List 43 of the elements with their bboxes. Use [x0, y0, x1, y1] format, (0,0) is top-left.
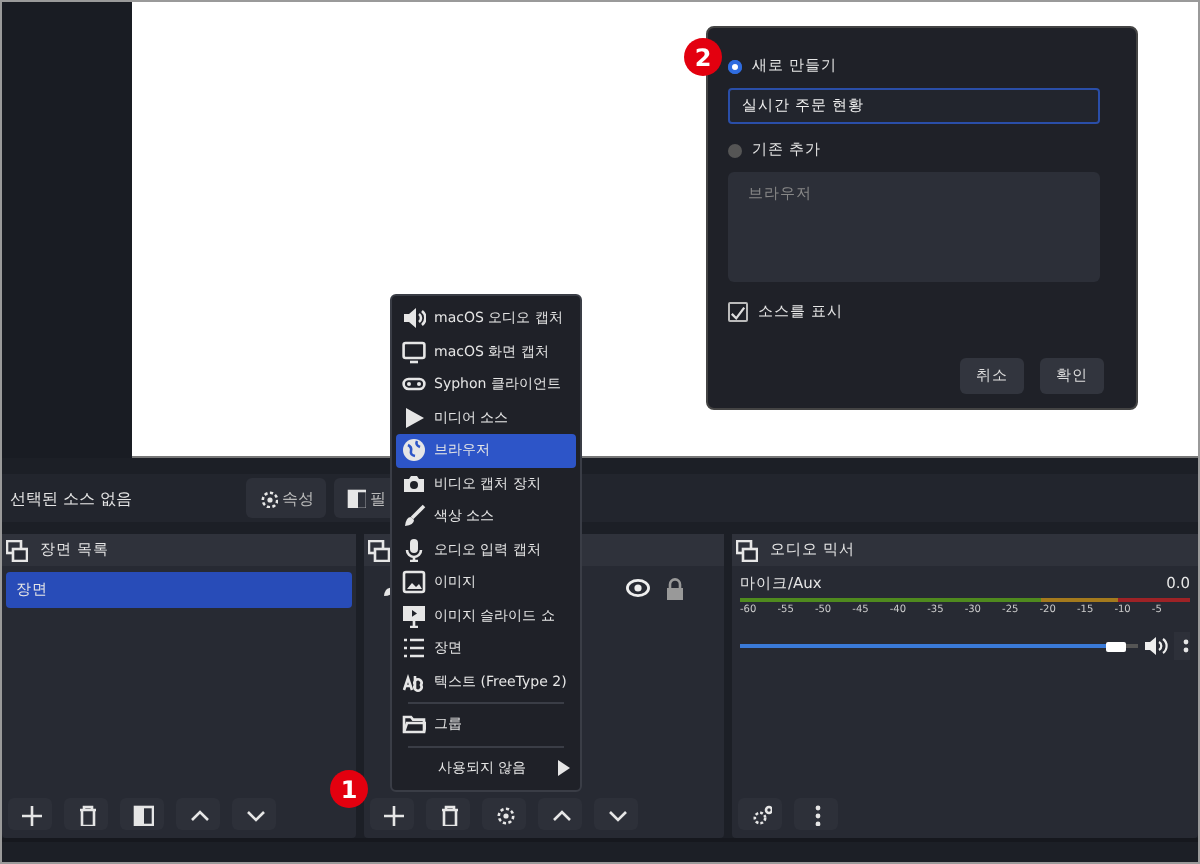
- checkbox[interactable]: [728, 302, 748, 322]
- microphone-icon: [402, 537, 426, 562]
- radio-button[interactable]: [728, 59, 742, 73]
- trash-button[interactable]: [64, 798, 108, 830]
- slideshow-icon: [402, 603, 426, 628]
- image-icon: [402, 570, 426, 595]
- more-button[interactable]: [1174, 632, 1190, 660]
- folder-icon: [402, 712, 426, 737]
- chevron-down-button[interactable]: [232, 798, 276, 830]
- panel-icon: [131, 803, 153, 825]
- chevron-down-button[interactable]: [594, 798, 638, 830]
- text-icon: [402, 669, 426, 694]
- more-button[interactable]: [794, 798, 838, 830]
- chevron-up-button[interactable]: [538, 798, 582, 830]
- trash-icon: [437, 803, 459, 825]
- play-icon: [402, 405, 426, 430]
- speaker-icon: [402, 306, 426, 331]
- camera-icon: [402, 471, 426, 496]
- plus-button[interactable]: [8, 798, 52, 830]
- globe-icon: [402, 438, 426, 463]
- radio-button[interactable]: [728, 143, 742, 157]
- panel-button[interactable]: [120, 798, 164, 830]
- trash-icon: [75, 803, 97, 825]
- settings-icon: [258, 488, 278, 508]
- submenu-arrow-icon: [558, 759, 570, 776]
- gears-icon: [749, 803, 771, 825]
- monitor-icon: [402, 339, 426, 364]
- settings-button[interactable]: [482, 798, 526, 830]
- panel-icon: [346, 488, 366, 508]
- selection-status: 선택된 소스 없음: [10, 487, 135, 509]
- speaker-icon[interactable]: [1144, 636, 1168, 656]
- trash-button[interactable]: [426, 798, 470, 830]
- settings-icon: [493, 803, 515, 825]
- gears-button[interactable]: [738, 798, 782, 830]
- brush-icon: [402, 504, 426, 529]
- chevron-up-button[interactable]: [176, 798, 220, 830]
- lock-icon[interactable]: [666, 577, 684, 599]
- list-icon: [402, 636, 426, 661]
- plus-icon: [19, 803, 41, 825]
- plus-icon: [381, 803, 403, 825]
- properties-button[interactable]: 속성: [246, 478, 326, 518]
- plus-button[interactable]: [370, 798, 414, 830]
- eye-icon[interactable]: [626, 578, 650, 598]
